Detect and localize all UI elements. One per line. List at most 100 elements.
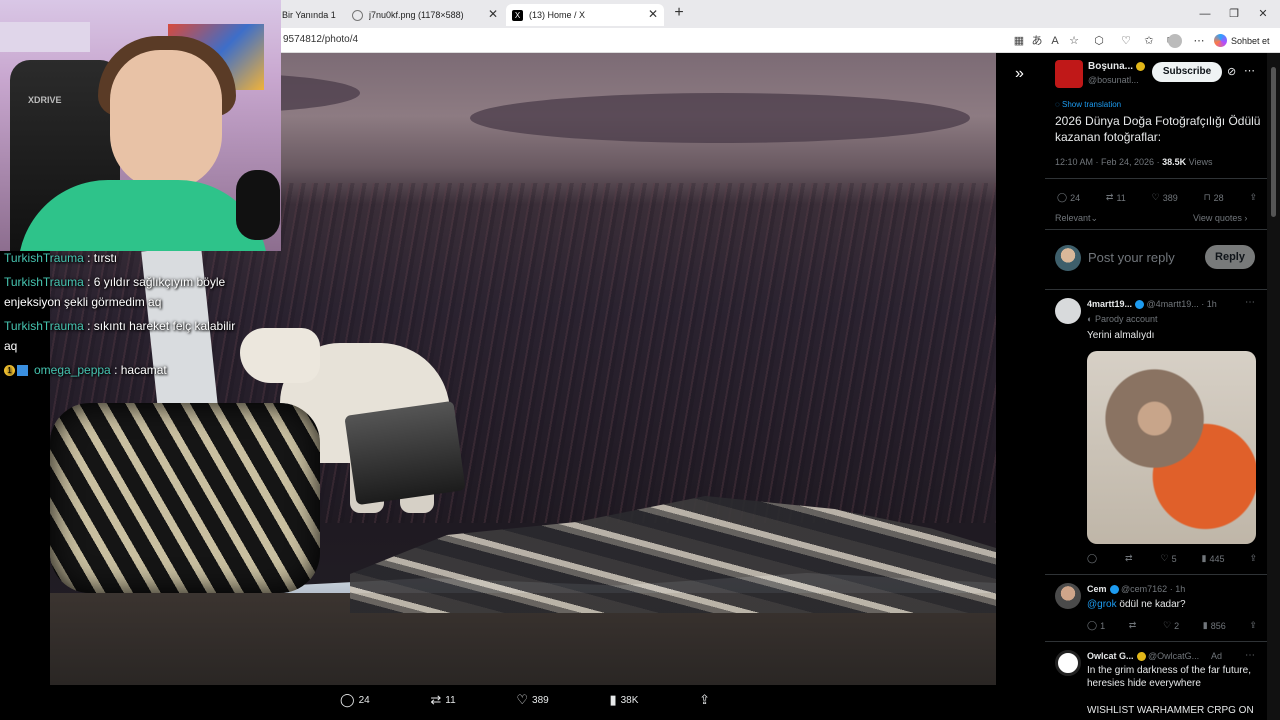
sort-dropdown[interactable]: Relevant⌄ <box>1055 213 1098 224</box>
tab-bir-yaninda[interactable]: Bir Yanında 1: <box>276 4 342 26</box>
screen: Bir Yanında 1: j7nu0kf.png (1178×588) ✕ … <box>0 0 1280 720</box>
photo-action-bar: ◯ 24 ⇄ 11 ♡ 389 ▮ 38K ⇪ <box>340 690 710 710</box>
chat-message: TurkishTrauma : tırstı <box>4 248 244 268</box>
more-options-icon[interactable]: ⋯ <box>1245 650 1255 661</box>
views-action[interactable]: ▮ 38K <box>609 692 638 708</box>
like-count: 389 <box>1162 192 1178 203</box>
reply-handle[interactable]: @4martt19... <box>1147 299 1199 309</box>
close-icon[interactable]: ✕ <box>648 7 658 21</box>
like-action[interactable]: ♡ 389 <box>516 692 548 708</box>
mention-link[interactable]: @grok <box>1087 599 1117 610</box>
chat-message: 1 omega_peppa : hacamat <box>4 360 244 380</box>
views-action[interactable]: ▮ 445 <box>1202 553 1225 564</box>
repost-action[interactable]: ⇄ <box>1125 553 1136 564</box>
heart-icon: ♡ <box>1151 192 1160 202</box>
share-icon: ⇪ <box>699 692 710 707</box>
app-available-icon[interactable]: ▦ <box>1012 34 1026 48</box>
more-options-icon[interactable]: ⋯ <box>1244 64 1255 77</box>
parody-label: Parody account <box>1094 314 1158 324</box>
url-field[interactable]: 9574812/photo/4 <box>283 34 358 45</box>
new-tab-button[interactable]: + <box>671 4 687 22</box>
grok-icon[interactable]: ⊘ <box>1227 65 1236 78</box>
close-icon[interactable]: ✕ <box>488 7 498 21</box>
monkey-photo[interactable] <box>1087 351 1256 544</box>
my-avatar[interactable] <box>1055 245 1081 271</box>
author-name-row[interactable]: Boşuna... <box>1088 61 1146 72</box>
reply-author-name[interactable]: Owlcat G... <box>1087 651 1134 661</box>
chat-message: TurkishTrauma : sıkıntı hareket felç kal… <box>4 316 244 356</box>
like-count: 5 <box>1171 553 1177 564</box>
copilot-button[interactable]: Sohbet et <box>1214 32 1270 49</box>
maximize-button[interactable]: ❐ <box>1225 6 1243 22</box>
tab-image[interactable]: j7nu0kf.png (1178×588) ✕ <box>346 4 504 26</box>
repost-action[interactable]: ⇄ <box>1129 620 1140 631</box>
reply-time: · 1h <box>1169 584 1186 594</box>
reply-author-name[interactable]: 4martt19... <box>1087 299 1132 309</box>
reply-avatar[interactable] <box>1055 298 1081 324</box>
minimize-button[interactable]: — <box>1196 6 1214 22</box>
author-avatar[interactable] <box>1055 60 1083 88</box>
panel-scrollbar[interactable] <box>1267 53 1280 720</box>
chat-message: TurkishTrauma : 6 yıldır sağlıkçıyım böy… <box>4 272 244 312</box>
views-chart-icon: ▮ <box>609 692 617 707</box>
reply-button[interactable]: Reply <box>1205 245 1255 269</box>
views-chart-icon: ▮ <box>1202 620 1208 630</box>
browser-essentials-icon[interactable]: ♡ <box>1119 34 1133 48</box>
webcam-overlay: XDRIVE <box>0 0 281 251</box>
reply-author-name[interactable]: Cem <box>1087 584 1107 594</box>
views-action[interactable]: ▮ 856 <box>1203 620 1226 631</box>
reply-handle[interactable]: @OwlcatG... <box>1148 651 1199 661</box>
expand-panel-icon[interactable]: » <box>1015 65 1024 83</box>
more-options-icon[interactable]: ⋯ <box>1245 297 1255 308</box>
reply-avatar[interactable] <box>1055 650 1081 676</box>
views-count: 445 <box>1209 553 1225 564</box>
extension-icon[interactable]: ⬡ <box>1092 34 1106 48</box>
translate-icon[interactable]: あ <box>1030 34 1044 48</box>
chevron-down-icon: ⌄ <box>1090 213 1099 223</box>
share-action[interactable]: ⇪ <box>1249 553 1257 564</box>
post-actions: ◯ 24 ⇄ 11 ♡ 389 ⊓ 28 ⇪ <box>1057 192 1257 203</box>
reply-handle[interactable]: @cem7162 <box>1121 584 1167 594</box>
tab-x-home[interactable]: X (13) Home / X ✕ <box>506 4 664 26</box>
repost-action[interactable]: ⇄ 11 <box>430 692 455 708</box>
reply-action[interactable]: ◯ <box>1087 553 1100 564</box>
views-chart-icon: ▮ <box>1201 553 1207 563</box>
post-text: 2026 Dünya Doğa Fotoğrafçılığı Ödülü kaz… <box>1055 114 1261 144</box>
author-handle[interactable]: @bosunatl... <box>1088 75 1139 85</box>
more-menu-icon[interactable]: ⋯ <box>1192 34 1206 48</box>
copilot-label: Sohbet et <box>1231 35 1270 46</box>
favorite-star-icon[interactable]: ☆ <box>1067 34 1081 48</box>
reply-header: Cem @cem7162 · 1h <box>1087 584 1186 595</box>
reply-text-2: WISHLIST WARHAMMER CRPG ON <box>1087 705 1254 716</box>
subscribe-button[interactable]: Subscribe <box>1152 62 1222 82</box>
reply-action[interactable]: ◯ 24 <box>340 692 370 708</box>
close-window-button[interactable]: ✕ <box>1254 6 1272 22</box>
view-quotes-link[interactable]: View quotes › <box>1193 213 1247 223</box>
like-action[interactable]: ♡ 2 <box>1163 620 1179 631</box>
chat-username: TurkishTrauma <box>4 275 84 289</box>
reply-action[interactable]: ◯ 1 <box>1087 620 1105 631</box>
repost-action[interactable]: ⇄ 11 <box>1106 192 1126 203</box>
share-action[interactable]: ⇪ <box>699 692 710 708</box>
reply-input[interactable]: Post your reply <box>1088 250 1175 265</box>
heart-icon: ♡ <box>1162 620 1172 630</box>
reply-action[interactable]: ◯ 24 <box>1057 192 1080 203</box>
share-action[interactable]: ⇪ <box>1249 192 1257 203</box>
profile-avatar[interactable] <box>1168 34 1182 48</box>
reply-actions: ◯ 1 ⇄ ♡ 2 ▮ 856 ⇪ <box>1087 620 1257 631</box>
show-translation-link[interactable]: ◌ Show translation <box>1055 100 1121 109</box>
chat-text: : tırstı <box>83 251 118 265</box>
like-action[interactable]: ♡ 389 <box>1152 192 1178 203</box>
sub-badge-icon: 1 <box>4 365 15 377</box>
reply-avatar[interactable] <box>1055 583 1081 609</box>
bookmark-icon: ⊓ <box>1203 192 1211 202</box>
heart-icon: ♡ <box>1160 553 1169 563</box>
reply-icon: ◯ <box>1087 553 1098 563</box>
copilot-icon <box>1214 34 1227 47</box>
favorites-icon[interactable]: ✩ <box>1142 34 1156 48</box>
bookmark-action[interactable]: ⊓ 28 <box>1204 192 1224 203</box>
share-action[interactable]: ⇪ <box>1249 620 1257 631</box>
read-aloud-icon[interactable]: A <box>1048 34 1062 48</box>
like-action[interactable]: ♡ 5 <box>1161 553 1177 564</box>
repost-icon: ⇄ <box>1128 620 1137 630</box>
